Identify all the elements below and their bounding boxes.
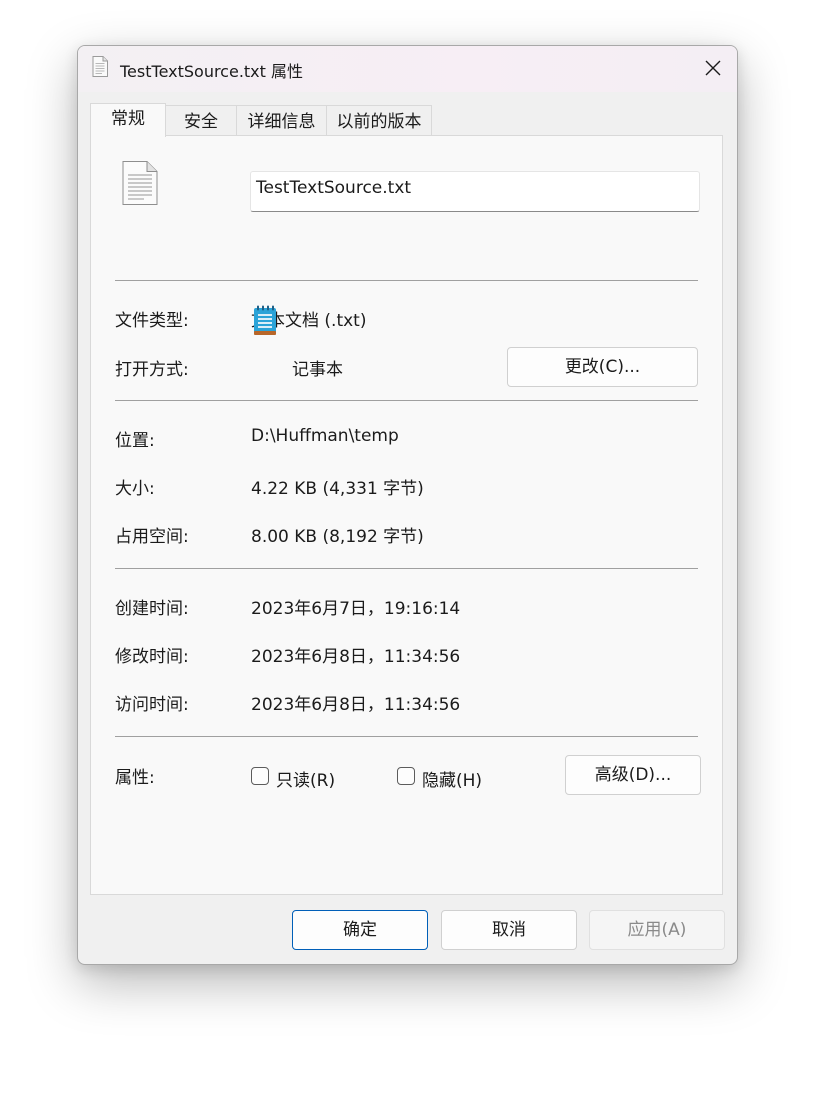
properties-dialog: TestTextSource.txt 属性 常规 安全 详细信息 以前的版本 T… [77,45,738,965]
created-label: 创建时间: [115,599,189,619]
size-on-disk-label: 占用空间: [115,527,189,547]
separator [115,568,698,569]
opens-with-label: 打开方式: [115,360,189,380]
separator [115,736,698,737]
close-icon [705,60,721,76]
hidden-checkbox[interactable] [397,767,415,785]
notepad-icon [254,305,276,335]
size-value: 4.22 KB (4,331 字节) [251,479,424,499]
ok-button[interactable]: 确定 [292,910,428,950]
text-document-icon [122,161,158,205]
readonly-label[interactable]: 只读(R) [276,766,335,791]
tab-general[interactable]: 常规 [90,103,166,137]
window-title: TestTextSource.txt 属性 [120,62,304,81]
created-value: 2023年6月7日，19:16:14 [251,599,461,619]
change-button[interactable]: 更改(C)... [507,347,698,387]
text-file-icon [92,56,108,77]
size-label: 大小: [115,479,155,499]
tab-details[interactable]: 详细信息 [236,105,327,137]
accessed-label: 访问时间: [115,695,189,715]
separator [115,400,698,401]
apply-button[interactable]: 应用(A) [589,910,725,950]
file-type-label: 文件类型: [115,311,189,331]
opens-with-value: 记事本 [292,360,343,380]
tab-previous-versions[interactable]: 以前的版本 [326,105,432,137]
accessed-value: 2023年6月8日，11:34:56 [251,695,461,715]
readonly-checkbox[interactable] [251,767,269,785]
tab-security[interactable]: 安全 [165,105,237,137]
cancel-button[interactable]: 取消 [441,910,577,950]
file-name-input[interactable]: TestTextSource.txt [250,171,700,212]
close-button[interactable] [695,52,731,84]
hidden-label[interactable]: 隐藏(H) [422,766,482,791]
location-value: D:\Huffman\temp [251,426,399,446]
title-bar[interactable]: TestTextSource.txt 属性 [78,46,737,92]
advanced-button[interactable]: 高级(D)... [565,755,701,795]
general-panel: TestTextSource.txt 文件类型: 文本文档 (.txt) 打开方… [90,135,723,895]
modified-label: 修改时间: [115,647,189,667]
modified-value: 2023年6月8日，11:34:56 [251,647,461,667]
location-label: 位置: [115,431,155,451]
attributes-label: 属性: [115,768,155,788]
separator [115,280,698,281]
size-on-disk-value: 8.00 KB (8,192 字节) [251,527,424,547]
